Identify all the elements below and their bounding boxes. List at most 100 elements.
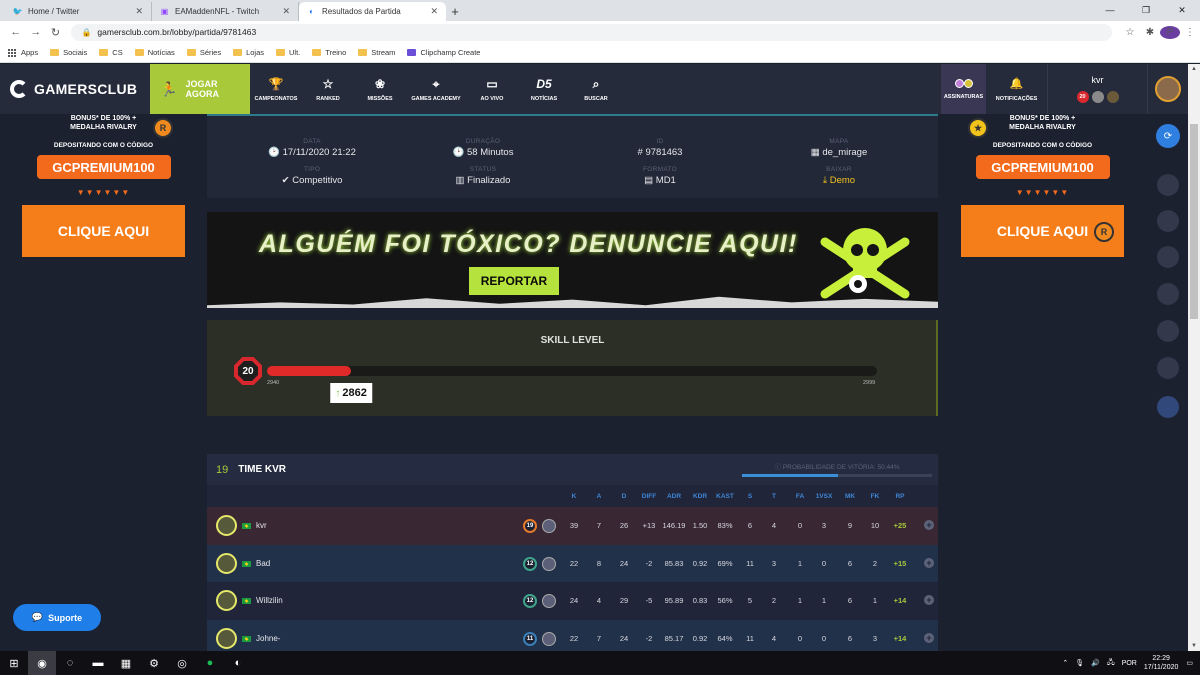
browser-tab-active[interactable]: ◐ Resultados da Partida ✕ bbox=[299, 2, 446, 21]
player-avatar[interactable] bbox=[216, 627, 237, 649]
bookmark-clipchamp[interactable]: Clipchamp Create bbox=[407, 48, 480, 57]
nav-campeonatos[interactable]: 🏆 CAMPEONATOS bbox=[250, 64, 302, 114]
mic-icon[interactable]: 🎙 bbox=[1075, 659, 1084, 667]
friend-avatar[interactable] bbox=[1157, 320, 1179, 342]
nav-buscar[interactable]: ⌕ BUSCAR bbox=[570, 64, 622, 114]
player-avatar[interactable] bbox=[216, 552, 237, 574]
close-tab-icon[interactable]: ✕ bbox=[135, 6, 143, 17]
player-name[interactable]: Johne- bbox=[256, 634, 280, 643]
level-number: 20 bbox=[238, 361, 258, 381]
player-name[interactable]: Willzilin bbox=[256, 596, 283, 605]
profile-button[interactable]: P bbox=[1159, 25, 1180, 39]
scroll-up-icon[interactable]: ▲ bbox=[1191, 66, 1197, 72]
volume-icon[interactable]: 🔊 bbox=[1091, 659, 1100, 667]
folder-taskbar-icon[interactable]: ▬ bbox=[84, 651, 112, 675]
bookmark-folder[interactable]: Ult. bbox=[276, 48, 300, 57]
nav-notificacoes[interactable]: 🔔 NOTIFICAÇÕES bbox=[986, 64, 1048, 114]
friend-avatar[interactable] bbox=[1157, 396, 1179, 418]
report-banner: ALGUÉM FOI TÓXICO? DENUNCIE AQUI! REPORT… bbox=[207, 212, 938, 308]
nav-games-academy[interactable]: ⌖ GAMES ACADEMY bbox=[406, 64, 466, 114]
clock[interactable]: 22:29 17/11/2020 bbox=[1144, 654, 1179, 672]
discord-taskbar-icon[interactable]: ◎ bbox=[168, 651, 196, 675]
notification-center-icon[interactable]: ▭ bbox=[1186, 659, 1193, 667]
demo-download-link[interactable]: ⤓ Demo bbox=[759, 175, 919, 186]
menu-icon[interactable]: ⋮ bbox=[1180, 27, 1200, 38]
close-window-icon[interactable]: ✕ bbox=[1164, 0, 1200, 20]
store-taskbar-icon[interactable]: ▦ bbox=[112, 651, 140, 675]
new-tab-button[interactable]: + bbox=[446, 2, 464, 21]
nav-assinaturas[interactable]: ASSINATURAS bbox=[941, 64, 986, 114]
left-ad-banner[interactable]: BONUS* DE 100% + MEDALHA RIVALRY R DEPOS… bbox=[21, 114, 186, 257]
reload-icon[interactable]: ↻ bbox=[46, 26, 66, 39]
network-icon[interactable]: 🖧 bbox=[1107, 658, 1115, 669]
right-ad-banner[interactable]: BONUS* DE 100% + MEDALHA RIVALRY ★ DEPOS… bbox=[960, 114, 1125, 257]
restore-icon[interactable]: ❐ bbox=[1128, 0, 1164, 20]
table-row[interactable]: Bad 12 22 8 24 -2 85.83 0.92 69% 11 3 1 0 6 2 +15 + bbox=[207, 544, 938, 582]
forward-icon[interactable]: → bbox=[26, 26, 46, 38]
tray-arrow-icon[interactable]: ⌃ bbox=[1062, 659, 1068, 667]
friend-avatar[interactable] bbox=[1157, 174, 1179, 196]
player-avatar[interactable] bbox=[216, 515, 237, 536]
nav-missoes[interactable]: ❀ MISSÕES bbox=[354, 64, 406, 114]
bookmark-star-icon[interactable]: ☆ bbox=[1120, 27, 1140, 38]
expand-row-icon[interactable]: + bbox=[924, 520, 934, 530]
friend-avatar[interactable] bbox=[1157, 357, 1179, 379]
bookmark-folder[interactable]: CS bbox=[99, 48, 123, 57]
steam-taskbar-icon[interactable]: ⚙ bbox=[140, 651, 168, 675]
extensions-icon[interactable]: ✱ bbox=[1140, 27, 1160, 38]
gc-taskbar-icon[interactable]: ◐ bbox=[224, 651, 252, 675]
spotify-taskbar-icon[interactable]: ● bbox=[196, 651, 224, 675]
player-name[interactable]: kvr bbox=[256, 521, 267, 530]
friend-avatar[interactable] bbox=[1157, 210, 1179, 232]
player-avatar[interactable] bbox=[216, 590, 237, 611]
scrollbar-thumb[interactable] bbox=[1190, 124, 1198, 319]
friend-avatar[interactable] bbox=[1157, 246, 1179, 268]
clock-date: 17/11/2020 bbox=[1143, 664, 1179, 671]
edge-taskbar-icon[interactable]: ◌ bbox=[56, 651, 84, 675]
ad-arrows: ▼▼▼▼▼▼ bbox=[76, 188, 131, 197]
scroll-down-icon[interactable]: ▼ bbox=[1191, 643, 1197, 649]
player-icon: 🏃 bbox=[160, 80, 178, 97]
table-row[interactable]: kvr 19 39 7 26 +13 146.19 1.50 83% 6 4 0 3 9 10 +25 + bbox=[207, 507, 938, 545]
page-scrollbar[interactable]: ▲ ▼ bbox=[1188, 64, 1200, 651]
back-icon[interactable]: ← bbox=[6, 26, 26, 38]
download-value: Demo bbox=[829, 175, 856, 186]
expand-row-icon[interactable]: + bbox=[924, 595, 934, 605]
windows-start-icon[interactable]: ⊞ bbox=[0, 651, 28, 675]
bookmark-folder[interactable]: Sociais bbox=[50, 48, 87, 57]
nav-ao-vivo[interactable]: ▭ AO VIVO bbox=[466, 64, 518, 114]
ad-cta-button[interactable]: CLIQUE AQUI bbox=[22, 205, 185, 257]
browser-tab[interactable]: ▣ EAMaddenNFL - Twitch ✕ bbox=[152, 2, 299, 21]
bookmark-folder[interactable]: Treino bbox=[312, 48, 346, 57]
bookmark-folder[interactable]: Séries bbox=[186, 48, 221, 57]
support-button[interactable]: 💬 Suporte bbox=[13, 604, 101, 631]
chat-button[interactable]: ⟳ bbox=[1156, 124, 1180, 148]
bookmark-folder[interactable]: Notícias bbox=[134, 48, 175, 57]
table-row[interactable]: Willzilin 12 24 4 29 -5 95.89 0.83 56% 5 2 1 1 6 1 +14 + bbox=[207, 582, 938, 620]
bookmark-folder[interactable]: Stream bbox=[358, 48, 395, 57]
match-info-panel: DATA 🕑 17/11/2020 21:22 DURAÇÃO 🕑 58 Minut… bbox=[207, 114, 938, 198]
gamersclub-logo[interactable]: GAMERSCLUB bbox=[0, 64, 150, 114]
expand-row-icon[interactable]: + bbox=[924, 632, 934, 643]
expand-row-icon[interactable]: + bbox=[924, 557, 934, 568]
url-input[interactable]: 🔒 gamersclub.com.br/lobby/partida/978146… bbox=[71, 23, 1112, 41]
nav-noticias[interactable]: D5 NOTÍCIAS bbox=[518, 64, 570, 114]
table-row[interactable]: Johne- 11 22 7 24 -2 85.17 0.92 64% 11 4 0 0 6 3 +14 + bbox=[207, 619, 938, 651]
report-button[interactable]: REPORTAR bbox=[469, 267, 559, 295]
bookmark-folder[interactable]: Lojas bbox=[233, 48, 264, 57]
friend-avatar[interactable] bbox=[1157, 283, 1179, 305]
user-avatar[interactable] bbox=[1148, 64, 1188, 114]
language-indicator[interactable]: POR bbox=[1122, 660, 1137, 667]
user-menu[interactable]: kvr 20 bbox=[1048, 64, 1148, 114]
close-tab-icon[interactable]: ✕ bbox=[282, 6, 290, 17]
lock-icon[interactable]: 🔒 bbox=[81, 28, 91, 37]
play-now-button[interactable]: 🏃 JOGAR AGORA bbox=[150, 64, 250, 114]
player-name[interactable]: Bad bbox=[256, 559, 270, 568]
minimize-icon[interactable]: — bbox=[1092, 0, 1128, 20]
bookmark-apps[interactable]: Apps bbox=[8, 48, 38, 57]
nav-ranked[interactable]: ☆ RANKED bbox=[302, 64, 354, 114]
chrome-taskbar-icon[interactable]: ◉ bbox=[28, 651, 56, 675]
column-header[interactable]: RP bbox=[885, 493, 915, 500]
browser-tab[interactable]: 🐦 Home / Twitter ✕ bbox=[5, 2, 152, 21]
close-tab-icon[interactable]: ✕ bbox=[430, 6, 438, 17]
